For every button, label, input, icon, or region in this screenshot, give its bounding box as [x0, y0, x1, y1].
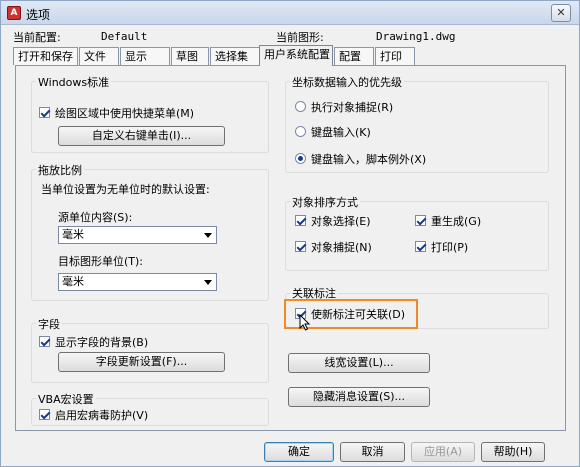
sort-plot-label: 打印(P) [431, 241, 469, 254]
title-bar[interactable]: A 选项 ✕ [1, 1, 579, 25]
cancel-button[interactable]: 取消 [340, 442, 405, 462]
tab-selection[interactable]: 选择集 [210, 47, 260, 65]
current-config-label: 当前配置: [13, 31, 61, 44]
customize-right-click-button[interactable]: 自定义右键单击(I)... [58, 126, 225, 146]
tab-profiles[interactable]: 配置 [334, 47, 374, 65]
sort-regen-label: 重生成(G) [431, 215, 482, 228]
macro-virus-label: 启用宏病毒防护(V) [55, 409, 149, 422]
radio-object-snap[interactable] [295, 101, 306, 112]
macro-virus-checkbox[interactable] [39, 409, 50, 420]
current-drawing-value: Drawing1.dwg [376, 30, 456, 43]
current-drawing-label: 当前图形: [276, 31, 324, 44]
tab-files[interactable]: 文件 [79, 47, 119, 65]
sort-object-snap-label: 对象捕捉(N) [311, 241, 372, 254]
sort-regen-checkbox[interactable] [415, 215, 426, 226]
field-update-settings-button[interactable]: 字段更新设置(F)... [58, 352, 225, 372]
windows-standard-title: Windows标准 [36, 74, 112, 90]
ok-button[interactable]: 确定 [264, 442, 334, 462]
chevron-down-icon [204, 280, 212, 285]
coord-priority-title: 坐标数据输入的优先级 [290, 74, 404, 90]
radio-keyboard-except-scripts-label: 键盘输入，脚本例外(X) [311, 153, 427, 166]
current-config-value: Default [101, 30, 148, 43]
shortcut-menu-checkbox[interactable] [39, 107, 50, 118]
radio-object-snap-label: 执行对象捕捉(R) [311, 101, 394, 114]
target-units-select[interactable]: 毫米 [58, 273, 217, 291]
field-background-checkbox[interactable] [39, 336, 50, 347]
sort-object-selection-label: 对象选择(E) [311, 215, 371, 228]
source-units-value: 毫米 [62, 228, 84, 241]
radio-keyboard-entry[interactable] [295, 126, 306, 137]
help-button[interactable]: 帮助(H) [481, 442, 545, 462]
close-button[interactable]: ✕ [551, 4, 571, 22]
autocad-app-icon: A [7, 6, 21, 20]
close-icon: ✕ [556, 6, 566, 19]
tab-display[interactable]: 显示 [120, 47, 170, 65]
tab-open-save[interactable]: 打开和保存 [13, 47, 78, 65]
target-units-label: 目标图形单位(T): [58, 255, 144, 268]
fields-title: 字段 [36, 316, 62, 332]
source-units-label: 源单位内容(S): [58, 211, 133, 224]
tab-drafting[interactable]: 草图 [171, 47, 209, 65]
shortcut-menu-label: 绘图区域中使用快捷菜单(M) [55, 107, 195, 120]
radio-keyboard-except-scripts[interactable] [295, 153, 306, 164]
radio-keyboard-entry-label: 键盘输入(K) [311, 126, 371, 139]
lineweight-settings-button[interactable]: 线宽设置(L)... [288, 353, 430, 373]
target-units-value: 毫米 [62, 275, 84, 288]
tab-user-preferences[interactable]: 用户系统配置 [259, 45, 333, 66]
insertion-scale-title: 拖放比例 [36, 162, 84, 178]
sort-method-title: 对象排序方式 [290, 194, 360, 210]
insertion-scale-desc: 当单位设置为无单位时的默认设置: [41, 183, 210, 196]
chevron-down-icon [204, 233, 212, 238]
window-title: 选项 [26, 8, 51, 22]
vba-title: VBA宏设置 [36, 391, 96, 407]
sort-plot-checkbox[interactable] [415, 241, 426, 252]
sort-method-group [285, 201, 549, 271]
mouse-cursor-icon [299, 314, 311, 331]
hidden-message-settings-button[interactable]: 隐藏消息设置(S)... [288, 387, 430, 407]
apply-button[interactable]: 应用(A) [411, 442, 475, 462]
sort-object-selection-checkbox[interactable] [295, 215, 306, 226]
field-background-label: 显示字段的背景(B) [55, 336, 149, 349]
tab-plot[interactable]: 打印 [375, 47, 415, 65]
options-dialog: A 选项 ✕ 当前配置: Default 当前图形: Drawing1.dwg … [0, 0, 580, 467]
source-units-select[interactable]: 毫米 [58, 226, 217, 244]
sort-object-snap-checkbox[interactable] [295, 241, 306, 252]
